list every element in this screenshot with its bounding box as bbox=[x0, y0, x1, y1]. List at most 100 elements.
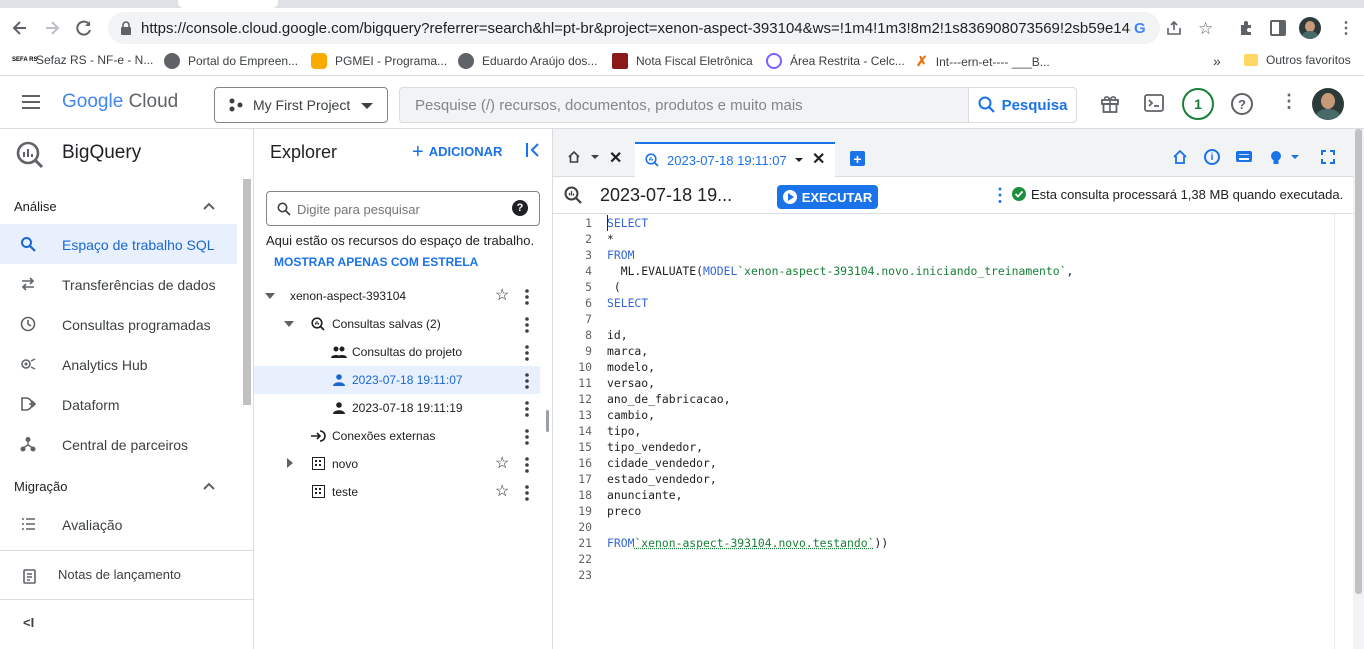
show-starred-link[interactable]: MOSTRAR APENAS COM ESTRELA bbox=[274, 255, 478, 269]
bookmark-portal[interactable]: Portal do Empreen... bbox=[164, 53, 298, 69]
star-icon[interactable]: ☆ bbox=[495, 456, 511, 472]
leftnav-scrollbar[interactable] bbox=[243, 179, 251, 405]
more-options-icon[interactable]: ⋮ bbox=[991, 185, 1009, 206]
project-selector[interactable]: My First Project bbox=[214, 87, 388, 123]
hamburger-menu-icon[interactable] bbox=[22, 95, 42, 109]
star-icon[interactable]: ☆ bbox=[495, 484, 511, 500]
bookmark-eduardo[interactable]: Eduardo Araújo dos... bbox=[458, 53, 597, 69]
search-icon bbox=[978, 96, 995, 113]
search-icon bbox=[277, 202, 291, 216]
tree-query-active[interactable]: 2023-07-18 19:11:07 bbox=[254, 366, 540, 394]
new-tab-icon[interactable]: + bbox=[850, 151, 865, 166]
more-actions-icon[interactable] bbox=[525, 317, 529, 333]
more-actions-icon[interactable] bbox=[525, 289, 529, 305]
expand-arrow-icon[interactable] bbox=[265, 293, 275, 299]
gift-icon[interactable] bbox=[1100, 93, 1120, 113]
tree-project-queries[interactable]: Consultas do projeto bbox=[254, 338, 540, 366]
dropdown-arrow-icon[interactable] bbox=[1291, 155, 1299, 159]
query-title[interactable]: 2023-07-18 19... bbox=[600, 185, 732, 206]
help-icon[interactable]: ? bbox=[1231, 93, 1253, 115]
console-search: Pesquisa bbox=[399, 87, 1077, 123]
address-bar[interactable]: https://console.cloud.google.com/bigquer… bbox=[108, 12, 1160, 44]
bookmark-star-icon[interactable]: ☆ bbox=[1198, 19, 1213, 39]
dropdown-arrow-icon[interactable] bbox=[795, 158, 803, 162]
collapse-panel-icon[interactable] bbox=[526, 143, 540, 157]
nav-scheduled-queries[interactable]: Consultas programadas bbox=[0, 304, 237, 344]
notifications-badge[interactable]: 1 bbox=[1182, 88, 1214, 120]
home-icon[interactable] bbox=[1173, 150, 1187, 164]
explorer-search-input[interactable] bbox=[297, 198, 497, 220]
more-actions-icon[interactable] bbox=[525, 345, 529, 361]
expand-arrow-icon[interactable] bbox=[284, 321, 294, 327]
browser-menu-icon[interactable]: ⋮ bbox=[1338, 18, 1354, 38]
back-icon[interactable] bbox=[10, 18, 30, 38]
bookmark-other-favorites[interactable]: Outros favoritos bbox=[1244, 53, 1351, 67]
editor-scrollbar-thumb[interactable] bbox=[1355, 129, 1362, 594]
section-migracao: Migração bbox=[14, 479, 68, 494]
editor-scrollbar-track[interactable] bbox=[1353, 129, 1364, 649]
google-g-icon[interactable]: G bbox=[1134, 20, 1146, 37]
more-vert-icon[interactable]: ⋮ bbox=[1280, 91, 1298, 112]
nav-dataform[interactable]: Dataform bbox=[0, 384, 237, 424]
info-icon[interactable]: i bbox=[1204, 149, 1220, 165]
side-panel-icon[interactable] bbox=[1270, 20, 1286, 36]
keyboard-icon[interactable] bbox=[1236, 151, 1252, 162]
tab-query[interactable]: 2023-07-18 19:11:07 ✕ bbox=[635, 142, 835, 178]
run-button[interactable]: EXECUTAR bbox=[777, 185, 878, 209]
collapse-nav-button[interactable]: <I bbox=[23, 615, 34, 630]
pgmei-icon bbox=[311, 53, 327, 69]
share-icon[interactable] bbox=[1166, 20, 1182, 36]
extensions-icon[interactable] bbox=[1238, 20, 1254, 36]
cloud-shell-icon[interactable] bbox=[1144, 93, 1164, 113]
reload-icon[interactable] bbox=[74, 18, 94, 38]
more-actions-icon[interactable] bbox=[525, 429, 529, 445]
analytics-hub-icon bbox=[20, 356, 38, 372]
search-button[interactable]: Pesquisa bbox=[968, 88, 1076, 122]
expand-arrow-icon[interactable] bbox=[287, 458, 293, 468]
tree-saved-queries[interactable]: Consultas salvas (2) bbox=[254, 310, 540, 338]
bookmark-pgmei[interactable]: PGMEI - Programa... bbox=[311, 53, 447, 69]
more-actions-icon[interactable] bbox=[525, 373, 529, 389]
more-actions-icon[interactable] bbox=[525, 485, 529, 501]
chevron-up-icon[interactable] bbox=[202, 481, 216, 491]
panel-resize-handle[interactable] bbox=[546, 410, 549, 432]
nav-sql-workspace[interactable]: Espaço de trabalho SQL bbox=[0, 224, 237, 264]
home-icon[interactable] bbox=[568, 151, 580, 163]
google-cloud-logo[interactable]: Google Cloud bbox=[62, 91, 178, 113]
people-icon bbox=[331, 346, 347, 358]
console-search-input[interactable] bbox=[400, 88, 968, 122]
close-tab-icon[interactable]: ✕ bbox=[812, 149, 825, 169]
help-circle-icon[interactable]: ? bbox=[512, 200, 528, 216]
nav-analytics-hub[interactable]: Analytics Hub bbox=[0, 344, 237, 384]
more-actions-icon[interactable] bbox=[525, 401, 529, 417]
close-icon[interactable]: ✕ bbox=[609, 148, 622, 168]
code-line: ( bbox=[607, 280, 621, 294]
forward-icon[interactable] bbox=[42, 18, 62, 38]
bookmark-internet[interactable]: ✗ Int---ern-et---- ___B... bbox=[916, 53, 1050, 70]
profile-avatar[interactable] bbox=[1299, 17, 1321, 39]
nav-assessment[interactable]: Avaliação bbox=[0, 504, 237, 544]
dropdown-arrow-icon[interactable] bbox=[591, 155, 599, 159]
external-connection-icon bbox=[311, 429, 327, 443]
tab-title: 2023-07-18 19:11:07 bbox=[667, 153, 787, 168]
add-button[interactable]: + ADICIONAR bbox=[412, 142, 502, 162]
bookmark-sefaz[interactable]: SEFA RS Sefaz RS - NF-e - N... bbox=[12, 53, 153, 67]
lightbulb-icon[interactable] bbox=[1270, 150, 1282, 166]
nav-data-transfers[interactable]: Transferências de dados bbox=[0, 264, 237, 304]
lock-icon bbox=[120, 21, 132, 35]
chevron-up-icon[interactable] bbox=[202, 201, 216, 211]
release-notes-link[interactable]: Notas de lançamento bbox=[58, 567, 181, 582]
tree-external-connections[interactable]: Conexões externas bbox=[254, 422, 540, 450]
code-line: SELECT bbox=[607, 216, 649, 230]
tree-query[interactable]: 2023-07-18 19:11:19 bbox=[254, 394, 540, 422]
more-actions-icon[interactable] bbox=[525, 457, 529, 473]
fullscreen-icon[interactable] bbox=[1321, 150, 1335, 164]
bookmark-nota-fiscal[interactable]: Nota Fiscal Eletrônica bbox=[612, 53, 753, 69]
code-line: tipo, bbox=[607, 424, 642, 438]
star-icon[interactable]: ☆ bbox=[495, 288, 511, 304]
account-avatar[interactable] bbox=[1312, 88, 1344, 120]
nav-partner-center[interactable]: Central de parceiros bbox=[0, 424, 237, 464]
browser-tab-active[interactable] bbox=[178, 0, 278, 8]
bookmark-area-restrita[interactable]: Área Restrita - Celc... bbox=[766, 53, 905, 69]
bookmarks-overflow[interactable]: » bbox=[1213, 53, 1221, 69]
